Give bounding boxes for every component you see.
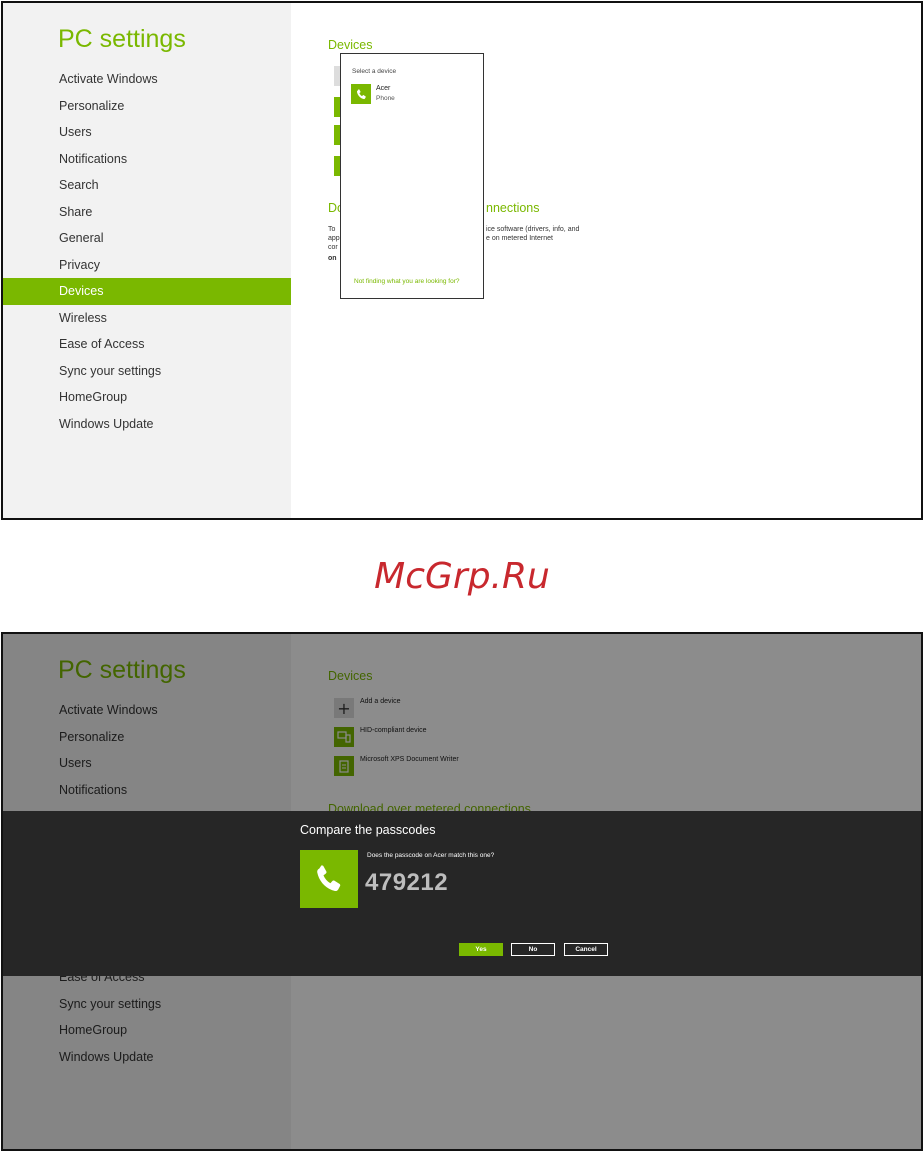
nav-item-ease-of-access[interactable]: Ease of Access (3, 331, 291, 358)
desc-line: ice software (drivers, info, and (486, 226, 580, 233)
no-button[interactable]: No (511, 943, 555, 956)
yes-button[interactable]: Yes (459, 943, 503, 956)
nav-item-search[interactable]: Search (3, 172, 291, 199)
cancel-button[interactable]: Cancel (564, 943, 608, 956)
nav-item-personalize[interactable]: Personalize (3, 93, 291, 120)
passcode-value: 479212 (365, 869, 449, 896)
desc-line: To (328, 226, 336, 233)
download-desc-right: ice software (drivers, info, and e on me… (486, 225, 579, 243)
desc-line: cor (328, 244, 338, 251)
nav-item-windows-update[interactable]: Windows Update (3, 411, 291, 438)
nav-item-privacy[interactable]: Privacy (3, 252, 291, 279)
device-type: Phone (376, 95, 395, 102)
nav-item-notifications[interactable]: Notifications (3, 146, 291, 173)
nav-item-wireless[interactable]: Wireless (3, 305, 291, 332)
page-title: PC settings (58, 25, 186, 53)
desc-line[interactable]: on (328, 254, 340, 263)
nav-item-sync-settings[interactable]: Sync your settings (3, 358, 291, 385)
dialog-title: Compare the passcodes (300, 823, 436, 837)
device-option-acer[interactable]: Acer Phone (351, 84, 471, 106)
download-section-title-end: nnections (486, 201, 540, 215)
select-device-popup: Select a device Acer Phone Not finding w… (340, 53, 484, 299)
main-content: Devices Do nnections To app cor on ice s… (291, 3, 921, 518)
settings-nav: Activate Windows Personalize Users Notif… (3, 66, 291, 437)
nav-item-homegroup[interactable]: HomeGroup (3, 384, 291, 411)
not-finding-link[interactable]: Not finding what you are looking for? (354, 278, 460, 285)
passcode-question: Does the passcode on Acer match this one… (367, 852, 495, 859)
screenshot-compare-passcodes: PC settings Activate Windows Personalize… (1, 632, 923, 1151)
nav-item-activate-windows[interactable]: Activate Windows (3, 66, 291, 93)
nav-item-share[interactable]: Share (3, 199, 291, 226)
nav-item-users[interactable]: Users (3, 119, 291, 146)
sidebar: PC settings Activate Windows Personalize… (3, 3, 291, 518)
phone-icon (300, 850, 358, 908)
compare-passcodes-dialog: Compare the passcodes Does the passcode … (3, 811, 921, 976)
screenshot-pc-settings-devices: PC settings Activate Windows Personalize… (1, 1, 923, 520)
desc-line: e on metered Internet (486, 235, 553, 242)
popup-title: Select a device (352, 68, 397, 75)
watermark-text: McGrp.Ru (374, 556, 550, 597)
download-desc-left: To app cor on (328, 225, 340, 263)
phone-icon (351, 84, 371, 104)
nav-item-general[interactable]: General (3, 225, 291, 252)
desc-line: app (328, 235, 340, 242)
device-name: Acer (376, 85, 391, 92)
devices-section-title: Devices (328, 38, 373, 52)
nav-item-devices[interactable]: Devices (3, 278, 291, 305)
